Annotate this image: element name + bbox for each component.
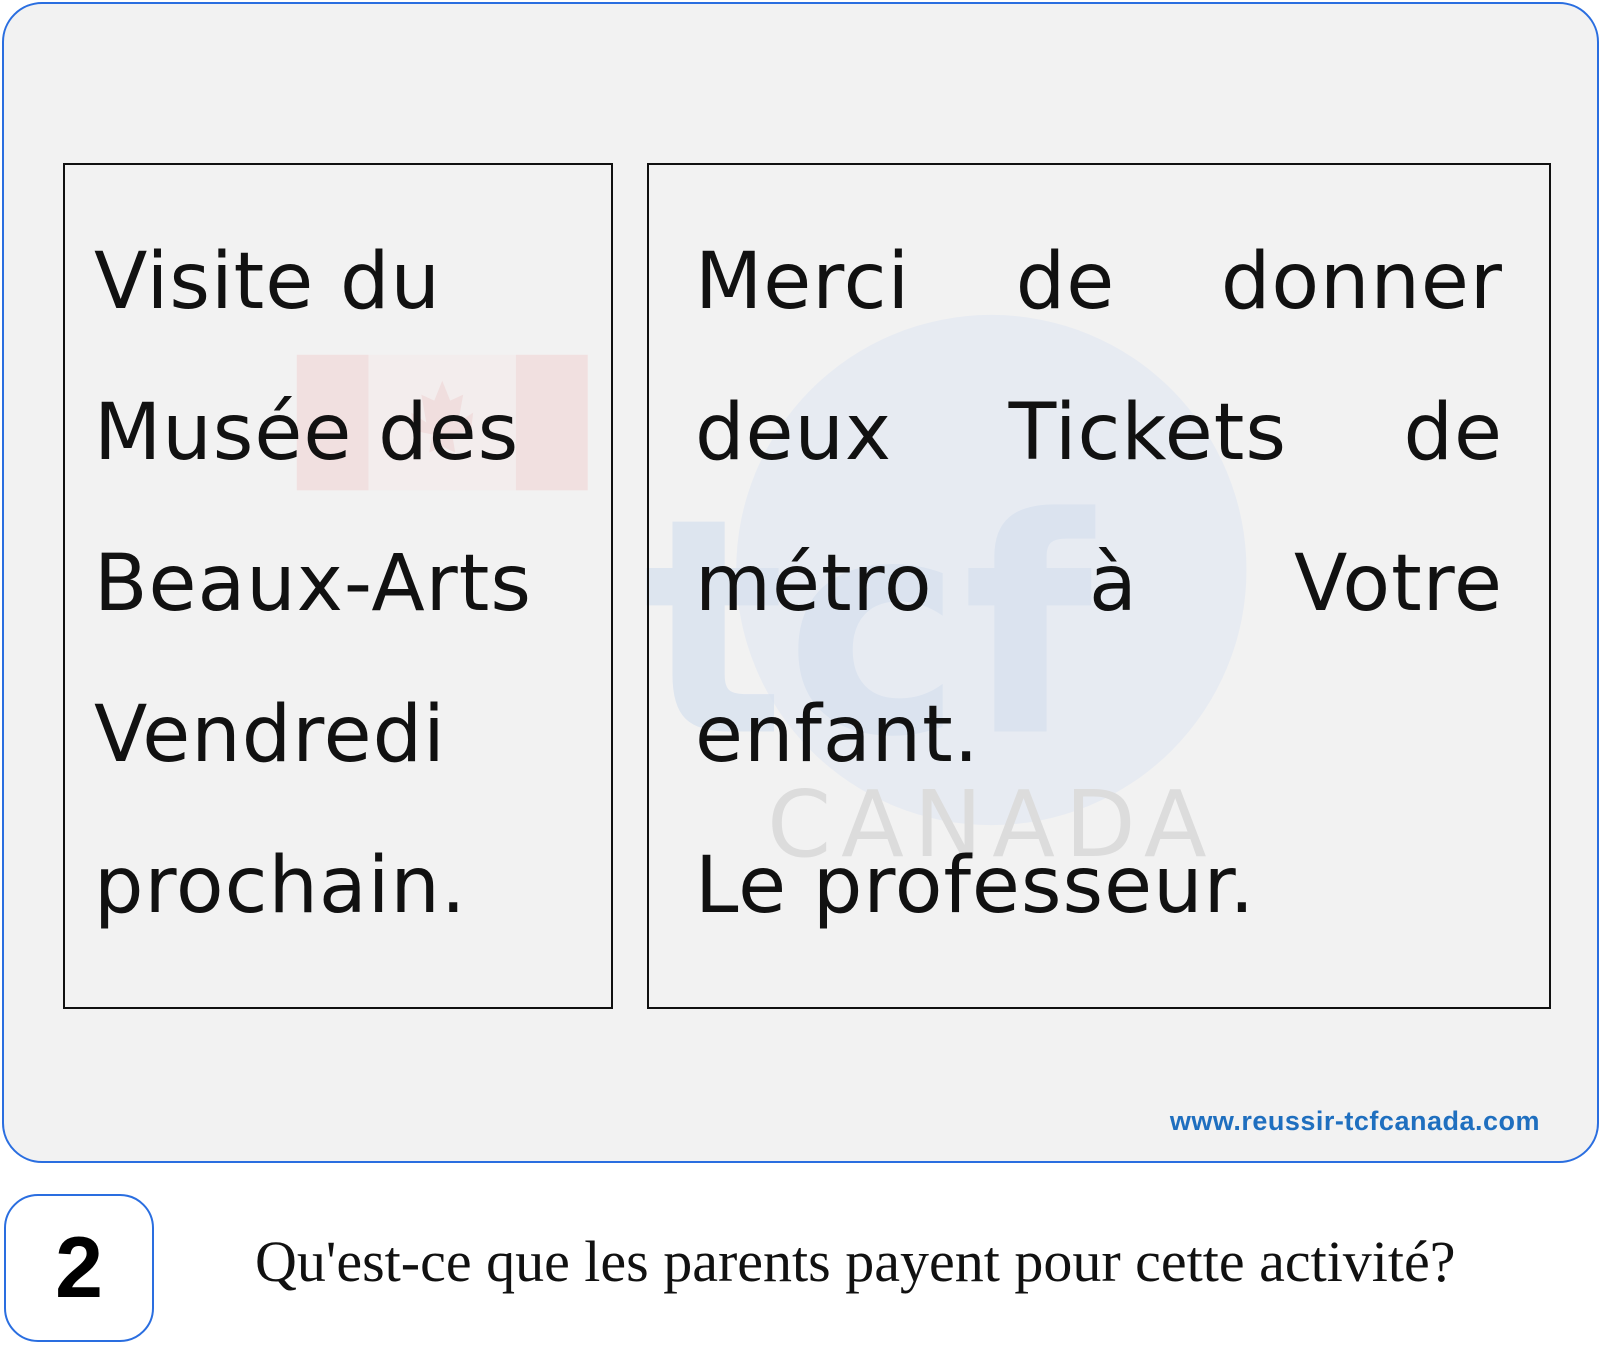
museum-visit-notice: Visite du Musée des Beaux-Arts Vendredi … — [63, 163, 613, 1009]
notice-card: tcf CANADA Visite du Musée des Beaux-Art… — [2, 2, 1599, 1163]
metro-tickets-notice: Merci de donner deux Tickets de métro à … — [647, 163, 1551, 1009]
notice-line: prochain. — [94, 841, 467, 931]
notice-word: deux — [695, 388, 893, 478]
notice-line: enfant. — [695, 690, 980, 780]
notice-line: Beaux-Arts — [94, 539, 532, 629]
notice-word: Merci — [695, 237, 911, 327]
question-number: 2 — [55, 1219, 103, 1316]
notice-signature: Le professeur. — [695, 841, 1256, 931]
website-url[interactable]: www.reussir-tcfcanada.com — [1170, 1106, 1540, 1137]
question-text: Qu'est-ce que les parents payent pour ce… — [255, 1229, 1456, 1294]
notice-word: métro — [695, 539, 933, 629]
notice-line: Merci de donner — [695, 207, 1503, 358]
notice-word: de — [1015, 237, 1116, 327]
notice-word: Tickets — [1008, 388, 1287, 478]
notice-word: Votre — [1294, 539, 1503, 629]
notice-word: donner — [1220, 237, 1503, 327]
notice-line: Visite du — [94, 237, 441, 327]
notice-word: de — [1403, 388, 1503, 478]
notice-line: deux Tickets de — [695, 358, 1503, 509]
notice-line: Vendredi — [94, 690, 446, 780]
notice-line: métro à Votre — [695, 509, 1503, 660]
notice-word: à — [1088, 539, 1138, 629]
notice-line: Musée des — [94, 388, 520, 478]
question-number-badge: 2 — [4, 1194, 154, 1342]
